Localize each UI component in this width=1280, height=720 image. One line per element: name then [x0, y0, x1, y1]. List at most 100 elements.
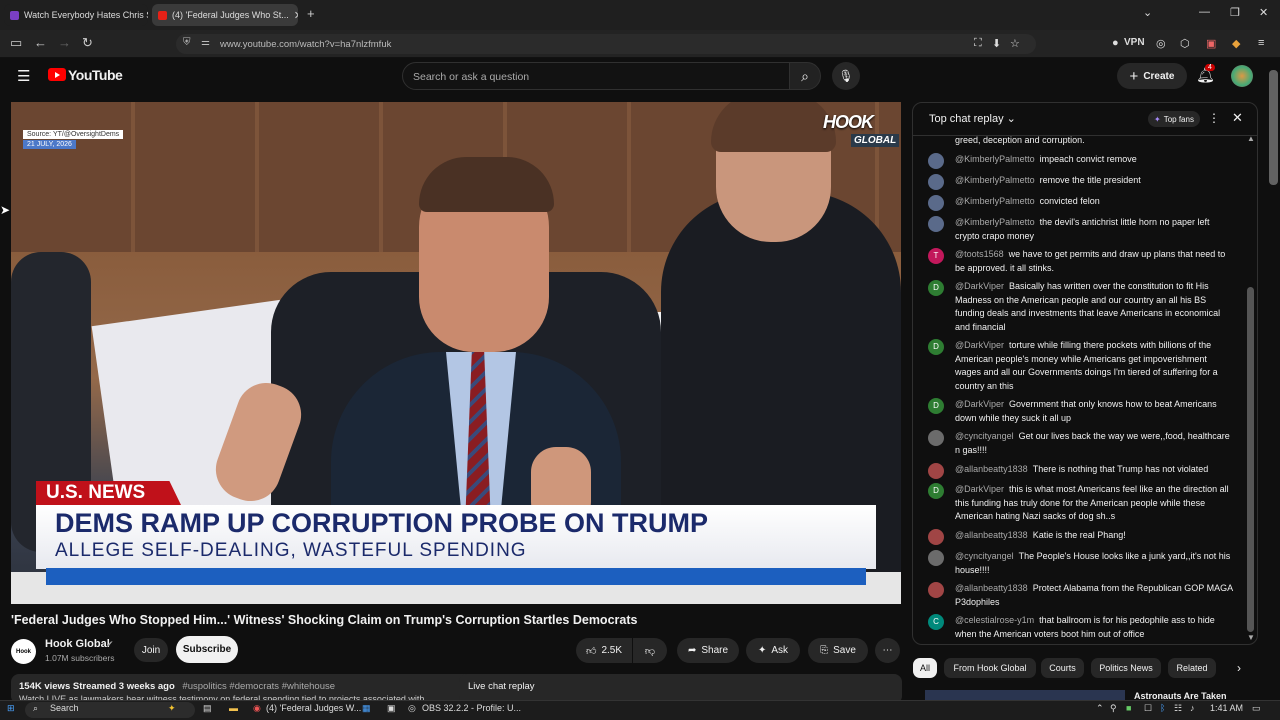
tab-watch-everybody-hates-chris[interactable]: Watch Everybody Hates Chris S... ✕: [4, 4, 148, 26]
tray-mouse-icon[interactable]: ⚲: [1110, 703, 1117, 714]
chip-courts[interactable]: Courts: [1041, 658, 1084, 678]
chat-username[interactable]: @cyncityangel: [955, 551, 1014, 561]
sidebar-toggle-icon[interactable]: ▭: [10, 35, 22, 51]
browser-taskbar-icon[interactable]: ◉: [253, 703, 261, 714]
voice-search-button[interactable]: 🎙: [832, 62, 860, 90]
task-view-icon[interactable]: ▤: [203, 703, 212, 714]
suggested-video-thumbnail[interactable]: [925, 690, 1125, 700]
minimize-icon[interactable]: —: [1199, 6, 1210, 18]
join-button[interactable]: Join: [134, 638, 168, 662]
chat-username[interactable]: @KimberlyPalmetto: [955, 154, 1035, 164]
close-window-icon[interactable]: ✕: [1259, 6, 1268, 19]
file-explorer-icon[interactable]: ▬: [229, 703, 238, 713]
chat-avatar[interactable]: T: [928, 248, 944, 264]
volume-icon[interactable]: ♪: [1190, 703, 1195, 713]
chat-avatar[interactable]: [928, 195, 944, 211]
chat-scroll-up-icon[interactable]: ▲: [1247, 134, 1255, 143]
tab-close-icon[interactable]: ✕: [294, 9, 298, 22]
hashtags[interactable]: #uspolitics #democrats #whitehouse: [182, 681, 335, 692]
chips-next-chevron-icon[interactable]: ›: [1237, 661, 1241, 675]
chat-avatar[interactable]: D: [928, 398, 944, 414]
channel-name[interactable]: Hook Global: [45, 638, 110, 650]
chip-related[interactable]: Related: [1168, 658, 1216, 678]
video-player[interactable]: Source: YT/@OversightDems 21 JULY, 2026 …: [11, 102, 901, 604]
youtube-logo-icon[interactable]: [48, 68, 66, 81]
security-shield-icon[interactable]: ⛨: [183, 37, 191, 48]
chat-avatar[interactable]: [928, 216, 944, 232]
youtube-logo-text[interactable]: YouTube: [68, 67, 123, 83]
like-button[interactable]: 👍︎ 2.5K: [576, 638, 632, 663]
taskbar-app-icon-2[interactable]: ▣: [387, 703, 396, 714]
wallet-icon[interactable]: ◎: [1156, 37, 1166, 50]
reload-icon[interactable]: ↻: [82, 35, 93, 51]
screenshot-icon[interactable]: ⛶: [974, 37, 982, 50]
search-button[interactable]: ⌕: [789, 62, 821, 90]
chat-username[interactable]: @celestialrose-y1m: [955, 615, 1034, 625]
extension-red-icon[interactable]: ▣: [1206, 37, 1216, 50]
bookmark-star-icon[interactable]: ☆: [1010, 37, 1020, 50]
create-button[interactable]: + Create: [1117, 63, 1187, 89]
page-scrollbar-thumb[interactable]: [1269, 70, 1278, 185]
chat-username[interactable]: @allanbeatty1838: [955, 583, 1028, 593]
chat-avatar[interactable]: [928, 550, 944, 566]
share-button[interactable]: ➦ Share: [677, 638, 739, 663]
chip-from-hook-global[interactable]: From Hook Global: [944, 658, 1036, 678]
tray-app-icon-2[interactable]: ☐: [1144, 703, 1152, 714]
chat-avatar[interactable]: D: [928, 339, 944, 355]
chat-mode-dropdown[interactable]: Top chat replay ⌄: [929, 112, 1016, 125]
chat-avatar[interactable]: [928, 463, 944, 479]
browser-menu-icon[interactable]: ≡: [1258, 37, 1264, 49]
chat-more-options-icon[interactable]: ⋮: [1208, 111, 1220, 125]
clock-time[interactable]: 1:41 AM: [1210, 703, 1243, 713]
account-avatar[interactable]: [1231, 65, 1253, 87]
vpn-icon[interactable]: ●: [1112, 37, 1119, 49]
chat-username[interactable]: @allanbeatty1838: [955, 530, 1028, 540]
download-icon[interactable]: ⬇: [992, 37, 1001, 50]
tray-app-icon[interactable]: ■: [1126, 703, 1131, 713]
chat-scroll-down-icon[interactable]: ▼: [1247, 633, 1255, 642]
chip-politics-news[interactable]: Politics News: [1091, 658, 1161, 678]
notification-center-icon[interactable]: ▭: [1252, 703, 1261, 714]
chat-username[interactable]: @DarkViper: [955, 399, 1004, 409]
network-icon[interactable]: ☷: [1174, 703, 1182, 714]
close-chat-icon[interactable]: ✕: [1232, 110, 1243, 126]
maximize-icon[interactable]: ❐: [1230, 6, 1240, 19]
chat-avatar[interactable]: D: [928, 483, 944, 499]
channel-avatar[interactable]: Hook: [11, 639, 36, 664]
chat-avatar[interactable]: [928, 153, 944, 169]
dislike-button[interactable]: 👎︎: [633, 638, 667, 663]
chat-avatar[interactable]: D: [928, 280, 944, 296]
back-icon[interactable]: ←: [34, 35, 47, 50]
new-tab-button[interactable]: +: [307, 6, 315, 21]
chat-username[interactable]: @allanbeatty1838: [955, 464, 1028, 474]
extensions-icon[interactable]: ⬡: [1180, 37, 1190, 50]
tab-list-chevron-icon[interactable]: ⌄: [1143, 6, 1152, 19]
chip-all[interactable]: All: [913, 658, 937, 678]
chat-username[interactable]: @KimberlyPalmetto: [955, 196, 1035, 206]
chat-avatar[interactable]: [928, 582, 944, 598]
ask-button[interactable]: ✦ Ask: [746, 638, 800, 663]
taskbar-app-obs[interactable]: OBS 32.2.2 - Profile: U...: [422, 703, 521, 713]
taskbar-app-icon[interactable]: ▦: [362, 703, 371, 714]
chat-username[interactable]: @KimberlyPalmetto: [955, 217, 1035, 227]
chat-avatar[interactable]: [928, 529, 944, 545]
windows-start-icon[interactable]: ⊞: [7, 703, 15, 714]
chat-scrollbar-thumb[interactable]: [1247, 287, 1254, 632]
chat-avatar[interactable]: [928, 430, 944, 446]
more-actions-button[interactable]: ⋯: [875, 638, 900, 663]
chat-avatar[interactable]: [928, 174, 944, 190]
chat-avatar[interactable]: C: [928, 614, 944, 630]
bluetooth-icon[interactable]: ᛒ: [1160, 703, 1165, 713]
copilot-icon[interactable]: ✦: [168, 703, 176, 714]
chat-username[interactable]: @KimberlyPalmetto: [955, 175, 1035, 185]
obs-icon[interactable]: ◎: [408, 703, 416, 714]
site-settings-icon[interactable]: ⚌: [201, 37, 210, 48]
tray-chevron-icon[interactable]: ⌃: [1096, 703, 1104, 714]
forward-icon[interactable]: →: [58, 35, 71, 50]
tab-federal-judges[interactable]: (4) 'Federal Judges Who St... ✕: [152, 4, 298, 26]
chat-username[interactable]: @toots1568: [955, 249, 1004, 259]
hamburger-menu-icon[interactable]: ☰: [17, 67, 30, 85]
chat-username[interactable]: @DarkViper: [955, 484, 1004, 494]
taskbar-app-browser[interactable]: (4) 'Federal Judges W...: [266, 703, 361, 713]
search-input[interactable]: Search or ask a question: [402, 62, 790, 90]
